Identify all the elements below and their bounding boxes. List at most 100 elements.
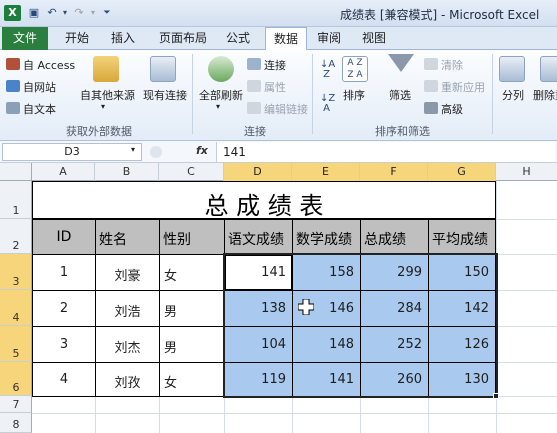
table-cell-chinese[interactable]: 138 — [224, 290, 293, 327]
table-cell-average[interactable]: 142 — [428, 290, 496, 327]
tab-data[interactable]: 数据 — [265, 27, 307, 51]
active-cell-d3[interactable]: 141 — [224, 254, 293, 291]
table-cell-average[interactable]: 130 — [428, 362, 496, 397]
sort-ascending-icon[interactable]: ↓A Z — [320, 60, 335, 80]
clear-button[interactable]: 清除 — [441, 57, 463, 73]
row-header-8[interactable]: 8 — [0, 413, 32, 433]
remove-duplicates-button[interactable]: 删除重复项 — [533, 87, 557, 103]
header-cell-average[interactable]: 平均成绩 — [428, 219, 496, 255]
chevron-down-icon[interactable]: ▾ — [131, 145, 135, 154]
sort-descending-icon[interactable]: ↓Z A — [320, 94, 335, 114]
row-header-5[interactable]: 5 — [0, 326, 32, 362]
redo-icon[interactable]: ↷ — [72, 6, 86, 20]
column-header-d[interactable]: D — [224, 163, 292, 181]
table-cell-gender[interactable]: 男 — [159, 290, 225, 327]
header-cell-total[interactable]: 总成绩 — [360, 219, 429, 255]
fill-handle[interactable] — [493, 393, 499, 399]
sheet-title-cell[interactable]: 总 成 绩 表 — [32, 181, 496, 220]
sort-button[interactable]: 排序 — [343, 87, 365, 103]
reapply-button[interactable]: 重新应用 — [441, 79, 485, 95]
table-cell-name[interactable]: 刘孜 — [95, 362, 160, 397]
row-number: 7 — [12, 398, 20, 411]
row-header-7[interactable]: 7 — [0, 396, 32, 413]
table-cell-total[interactable]: 260 — [360, 362, 429, 397]
from-text-button[interactable]: 自文本 — [23, 101, 56, 117]
tab-file[interactable]: 文件 — [2, 27, 48, 50]
table-cell-average[interactable]: 126 — [428, 326, 496, 363]
row-header-3[interactable]: 3 — [0, 254, 32, 290]
cell-value: 142 — [464, 301, 489, 316]
column-header-g[interactable]: G — [428, 163, 496, 181]
column-header-h[interactable]: H — [496, 163, 557, 181]
row-header-6[interactable]: 6 — [0, 362, 32, 396]
table-cell-math[interactable]: 148 — [292, 326, 361, 363]
table-cell-gender[interactable]: 女 — [159, 362, 225, 397]
table-cell-id[interactable]: 2 — [32, 290, 96, 327]
table-cell-gender[interactable]: 女 — [159, 254, 225, 291]
advanced-button[interactable]: 高级 — [441, 101, 463, 117]
column-header-c[interactable]: C — [159, 163, 224, 181]
table-cell-name[interactable]: 刘浩 — [95, 290, 160, 327]
from-other-sources-button[interactable]: 自其他来源 — [80, 87, 135, 103]
existing-connections-button[interactable]: 现有连接 — [143, 87, 187, 103]
filter-button[interactable]: 筛选 — [389, 87, 411, 103]
tab-insert[interactable]: 插入 — [104, 27, 142, 50]
chevron-down-icon[interactable]: ▾ — [101, 102, 105, 111]
table-cell-id[interactable]: 4 — [32, 362, 96, 397]
table-cell-total[interactable]: 252 — [360, 326, 429, 363]
table-cell-gender[interactable]: 男 — [159, 326, 225, 363]
formula-input[interactable]: 141 — [216, 142, 555, 162]
row-header-2[interactable]: 2 — [0, 219, 32, 254]
header-cell-chinese[interactable]: 语文成绩 — [224, 219, 293, 255]
table-cell-chinese[interactable]: 104 — [224, 326, 293, 363]
table-cell-total[interactable]: 299 — [360, 254, 429, 291]
chevron-down-icon[interactable]: ▾ — [86, 6, 100, 20]
cell-value: 刘豪 — [114, 269, 141, 284]
tab-review[interactable]: 审阅 — [312, 27, 346, 50]
excel-app-icon[interactable]: X — [4, 5, 21, 21]
refresh-all-button[interactable]: 全部刷新 — [199, 87, 243, 103]
table-cell-math[interactable]: 141 — [292, 362, 361, 397]
tab-page-layout[interactable]: 页面布局 — [152, 27, 214, 50]
column-header-b[interactable]: B — [95, 163, 159, 181]
chevron-down-icon[interactable]: ▾ — [58, 6, 72, 20]
properties-button[interactable]: 属性 — [264, 79, 286, 95]
tab-view[interactable]: 视图 — [357, 27, 391, 50]
column-header-f[interactable]: F — [360, 163, 428, 181]
table-cell-name[interactable]: 刘杰 — [95, 326, 160, 363]
column-header-a[interactable]: A — [32, 163, 95, 181]
column-header-e[interactable]: E — [292, 163, 360, 181]
edit-links-button[interactable]: 编辑链接 — [264, 101, 308, 117]
row-header-4[interactable]: 4 — [0, 290, 32, 326]
table-cell-name[interactable]: 刘豪 — [95, 254, 160, 291]
customize-icon[interactable]: ⏷ — [100, 6, 114, 20]
table-cell-total[interactable]: 284 — [360, 290, 429, 327]
tab-formulas[interactable]: 公式 — [220, 27, 256, 50]
cell-value: 女 — [164, 269, 178, 284]
existing-connections-icon — [150, 56, 176, 82]
table-cell-math[interactable]: 158 — [292, 254, 361, 291]
chevron-down-icon[interactable]: ▾ — [216, 102, 220, 111]
connections-button[interactable]: 连接 — [264, 57, 286, 73]
table-cell-id[interactable]: 3 — [32, 326, 96, 363]
sort-icon: A ZZ A — [342, 56, 368, 82]
select-all-corner[interactable] — [0, 163, 32, 181]
insert-function-icon[interactable]: fx — [196, 144, 208, 157]
table-cell-average[interactable]: 150 — [428, 254, 496, 291]
header-cell-gender[interactable]: 性别 — [159, 219, 225, 255]
row-number: 5 — [12, 347, 20, 360]
text-to-columns-button[interactable]: 分列 — [502, 87, 524, 103]
undo-icon[interactable]: ↶ — [45, 6, 59, 20]
tab-home[interactable]: 开始 — [58, 27, 96, 50]
from-web-button[interactable]: 自网站 — [23, 79, 56, 95]
header-cell-name[interactable]: 姓名 — [95, 219, 160, 255]
table-cell-chinese[interactable]: 119 — [224, 362, 293, 397]
header-cell-math[interactable]: 数学成绩 — [292, 219, 361, 255]
from-access-button[interactable]: 自 Access — [23, 57, 75, 73]
table-cell-id[interactable]: 1 — [32, 254, 96, 291]
row-header-1[interactable]: 1 — [0, 181, 32, 219]
name-box[interactable]: D3 — [2, 143, 142, 161]
header-cell-id[interactable]: ID — [32, 219, 96, 255]
save-icon[interactable]: ▣ — [27, 6, 41, 20]
formula-bar-handle[interactable] — [150, 146, 162, 158]
